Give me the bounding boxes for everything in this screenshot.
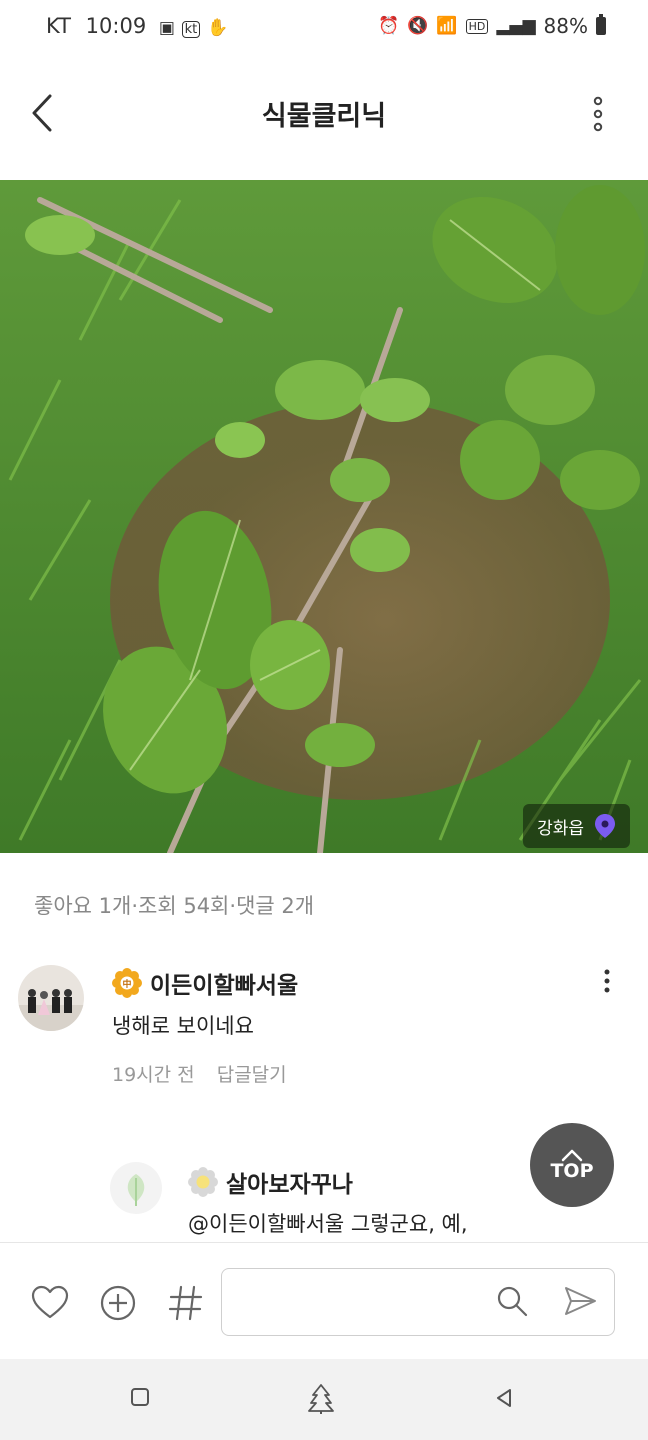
recent-apps-button[interactable] — [130, 1387, 150, 1411]
page-title: 식물클리닉 — [261, 101, 387, 132]
carrier-label: KT — [46, 14, 71, 38]
send-icon — [565, 1287, 596, 1315]
comment-input[interactable] — [221, 1268, 615, 1336]
hand-icon: ✋ — [206, 18, 229, 38]
search-icon — [497, 1286, 528, 1317]
image-icon: ▣ — [158, 18, 175, 38]
plus-circle-icon — [100, 1285, 136, 1321]
comment-meta: 19시간 전 답글달기 — [112, 1060, 287, 1087]
send-button[interactable] — [562, 1283, 598, 1323]
comment-time: 19시간 전 — [112, 1064, 195, 1086]
wifi-icon: 📶 — [436, 16, 458, 36]
tree-home-icon — [308, 1384, 334, 1414]
status-bar: KT 10:09 ▣ kt ✋ ⏰ 🔇 📶 HD ▂▄▆ 88% — [0, 0, 648, 56]
likes-count: 좋아요 1개 — [34, 894, 132, 918]
more-options-button[interactable] — [588, 96, 608, 132]
plant-photo-illustration — [0, 180, 648, 853]
hashtag-icon — [168, 1285, 203, 1321]
more-vertical-icon — [593, 96, 603, 132]
comment-more-button[interactable] — [600, 968, 614, 994]
kt-icon: kt — [181, 21, 201, 38]
avatar-photo — [18, 965, 84, 1031]
triangle-back-icon — [497, 1389, 511, 1407]
avatar[interactable] — [18, 965, 84, 1031]
comment-text: @이든이할빠서울 그렇군요, 예, — [188, 1212, 468, 1236]
comment-text: 냉해로 보이네요 — [112, 1014, 254, 1038]
home-button[interactable] — [306, 1383, 336, 1419]
like-button[interactable] — [30, 1283, 70, 1323]
more-vertical-icon — [604, 969, 610, 993]
signal-icon: ▂▄▆ — [496, 16, 536, 36]
add-button[interactable] — [98, 1283, 138, 1323]
hashtag-button[interactable] — [166, 1283, 206, 1323]
recent-apps-icon — [131, 1388, 149, 1406]
battery-percent: 88% — [543, 14, 588, 38]
post-stats: 좋아요 1개·조회 54회·댓글 2개 — [34, 894, 315, 918]
comments-count: 댓글 2개 — [236, 894, 315, 918]
location-pin-icon — [595, 814, 615, 838]
svg-text:中: 中 — [122, 978, 131, 990]
alarm-icon: ⏰ — [378, 16, 400, 36]
views-count: 조회 54회 — [138, 894, 230, 918]
location-tag[interactable]: 강화읍 — [523, 804, 630, 848]
comment-input-bar — [0, 1242, 648, 1360]
post-photo[interactable] — [0, 180, 648, 853]
comment-author[interactable]: 살아보자꾸나 — [188, 1165, 353, 1199]
heart-icon — [31, 1285, 69, 1319]
search-button[interactable] — [494, 1283, 530, 1323]
leaf-avatar-icon — [127, 1174, 145, 1206]
system-nav-bar — [0, 1359, 648, 1440]
comment-author[interactable]: 中 이든이할빠서울 — [112, 966, 298, 1000]
hd-icon: HD — [465, 18, 489, 34]
battery-icon — [596, 14, 606, 35]
back-nav-button[interactable] — [494, 1387, 514, 1413]
app-bar: 식물클리닉 — [0, 70, 648, 156]
flower-badge-icon: 中 — [112, 968, 142, 998]
mute-icon: 🔇 — [407, 16, 429, 36]
flower-badge-icon — [188, 1167, 218, 1197]
clock: 10:09 — [85, 14, 147, 38]
reply-link[interactable]: 답글달기 — [217, 1064, 287, 1086]
scroll-top-button[interactable]: TOP — [530, 1123, 614, 1207]
top-label: TOP — [550, 1160, 594, 1182]
avatar[interactable] — [110, 1162, 162, 1214]
location-label: 강화읍 — [537, 818, 584, 839]
